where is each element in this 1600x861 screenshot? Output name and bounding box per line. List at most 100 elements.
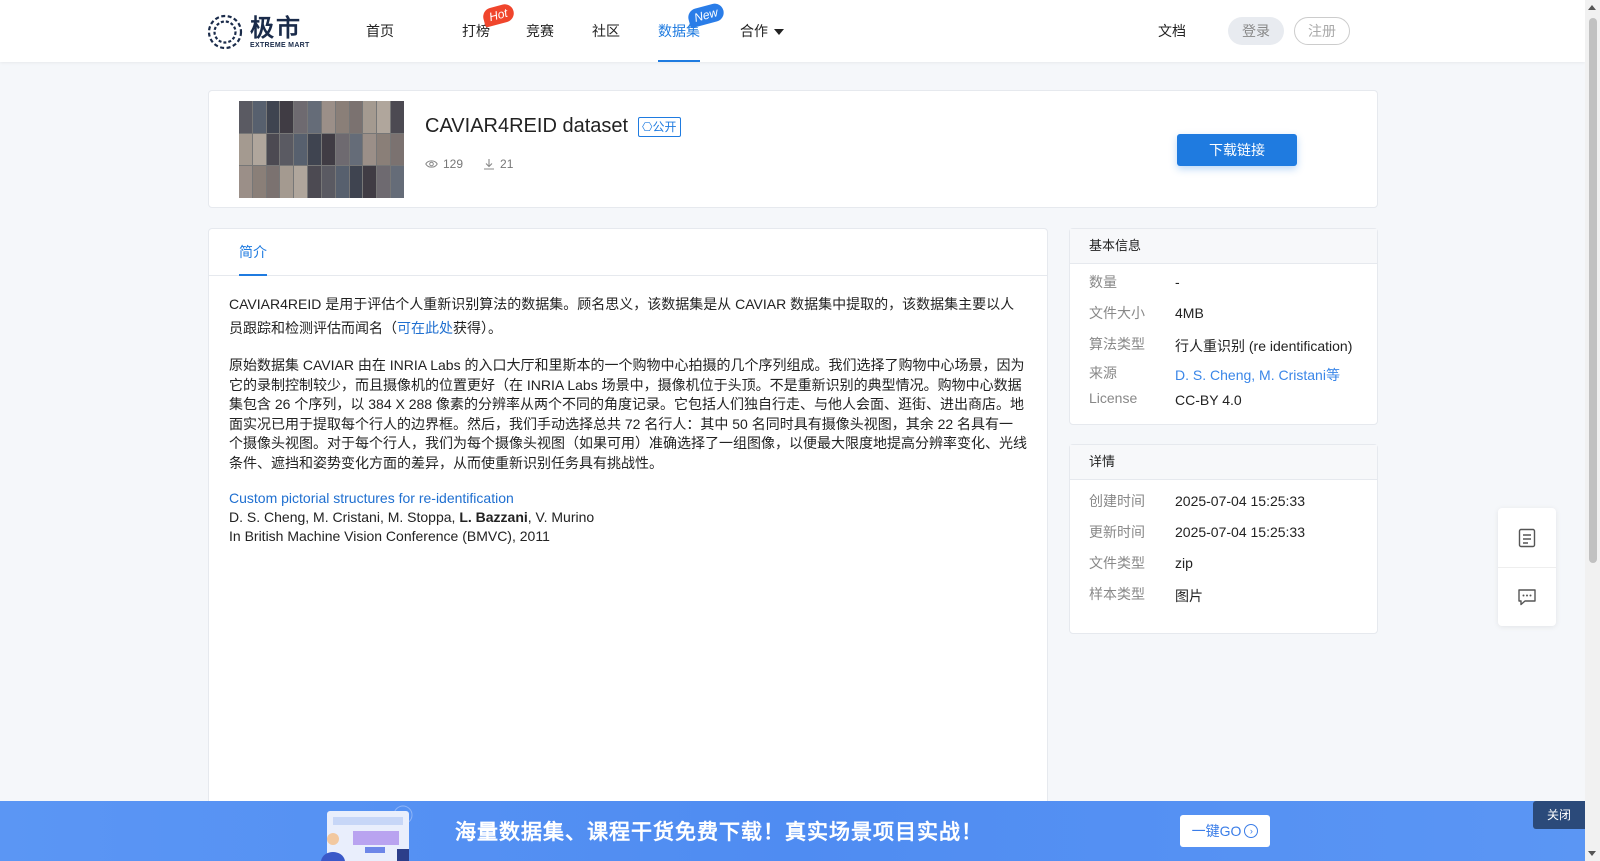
- thumbnail-tile: [266, 101, 280, 133]
- close-banner-button[interactable]: 关闭: [1533, 801, 1585, 829]
- promo-banner[interactable]: 海量数据集、课程干货免费下载！真实场景项目实战！ 一键GO ›: [0, 801, 1585, 861]
- details-card: 详情 创建时间 2025-07-04 15:25:33 更新时间 2025-07-0…: [1069, 444, 1378, 634]
- basic-info-card: 基本信息 数量 - 文件大小 4MB 算法类型 行人重识别 (re identific…: [1069, 228, 1378, 425]
- page-scrollbar[interactable]: [1585, 0, 1600, 861]
- source-authors-link[interactable]: D. S. Cheng, M. Cristani等: [1175, 365, 1340, 385]
- source-link[interactable]: 可在此处: [397, 320, 453, 336]
- logo-text: 极市: [250, 14, 302, 42]
- thumbnail-tile: [266, 133, 280, 166]
- thumbnail-tile: [321, 166, 335, 198]
- thumbnail-tile: [280, 101, 294, 133]
- thumbnail-tile: [308, 133, 321, 166]
- thumbnail-tile: [391, 166, 404, 198]
- nav-home[interactable]: 首页: [366, 0, 394, 62]
- thumbnail-tile: [363, 166, 377, 198]
- login-button[interactable]: 登录: [1228, 17, 1284, 45]
- register-button[interactable]: 注册: [1294, 17, 1350, 45]
- detail-row-sampletype: 样本类型 图片: [1089, 586, 1203, 604]
- basic-info-heading: 基本信息: [1070, 229, 1377, 264]
- docs-link[interactable]: 文档: [1158, 21, 1186, 41]
- reference: Custom pictorial structures for re-ident…: [229, 489, 1027, 546]
- thumbnail-tile: [266, 166, 280, 198]
- intro-paragraph-1: CAVIAR4REID 是用于评估个人重新识别算法的数据集。顾名思义，该数据集是…: [229, 296, 1015, 336]
- thumbnail-tile: [239, 101, 252, 133]
- logo-subtext: EXTREME MART: [250, 41, 310, 49]
- info-row-algorithm: 算法类型 行人重识别 (re identification): [1089, 336, 1353, 354]
- intro-card: 简介 CAVIAR4REID 是用于评估个人重新识别算法的数据集。顾名思义，该数…: [208, 228, 1048, 861]
- logo-mark-icon: [206, 13, 244, 51]
- feedback-button[interactable]: [1498, 567, 1556, 626]
- notes-button[interactable]: [1498, 508, 1556, 567]
- nav-cooperation[interactable]: 合作: [740, 0, 784, 62]
- promo-illustration-icon: [321, 805, 413, 861]
- thumbnail-tile: [294, 101, 308, 133]
- scroll-thumb[interactable]: [1589, 18, 1597, 563]
- dataset-thumbnail: [239, 101, 404, 198]
- thumbnail-tile: [391, 133, 404, 166]
- reference-title-link[interactable]: Custom pictorial structures for re-ident…: [229, 489, 1027, 508]
- thumbnail-tile: [377, 101, 391, 133]
- thumbnail-tile: [252, 101, 266, 133]
- intro-paragraph-2: 原始数据集 CAVIAR 由在 INRIA Labs 的入口大厅和里斯本的一个购…: [229, 357, 1027, 471]
- thumbnail-tile: [321, 101, 335, 133]
- document-icon: [1518, 528, 1536, 547]
- reference-authors: D. S. Cheng, M. Cristani, M. Stoppa, L. …: [229, 509, 595, 525]
- dataset-header-card: CAVIAR4REID dataset ⎔公开 129 21 下载链接: [208, 90, 1378, 208]
- tab-bar: 简介: [209, 229, 1047, 276]
- detail-row-created: 创建时间 2025-07-04 15:25:33: [1089, 493, 1305, 509]
- thumbnail-tile: [280, 133, 294, 166]
- promo-text: 海量数据集、课程干货免费下载！真实场景项目实战！: [455, 821, 983, 844]
- download-link-button[interactable]: 下载链接: [1177, 134, 1297, 166]
- thumbnail-tile: [377, 166, 391, 198]
- new-badge: New: [686, 1, 726, 29]
- thumbnail-tile: [377, 133, 391, 166]
- info-row-license: License CC-BY 4.0: [1089, 390, 1242, 408]
- thumbnail-tile: [349, 101, 363, 133]
- detail-row-updated: 更新时间 2025-07-04 15:25:33: [1089, 524, 1305, 540]
- dataset-title: CAVIAR4REID dataset: [425, 115, 629, 137]
- hot-badge: Hot: [481, 2, 516, 28]
- nav-community[interactable]: 社区: [592, 0, 620, 62]
- visibility-badge: ⎔公开: [638, 116, 681, 137]
- go-button[interactable]: 一键GO ›: [1180, 815, 1270, 847]
- site-logo[interactable]: 极市 EXTREME MART: [206, 12, 316, 52]
- info-row-count: 数量 -: [1089, 274, 1180, 290]
- scroll-up-icon[interactable]: [1588, 5, 1596, 10]
- nav-datasets[interactable]: 数据集 New: [658, 0, 726, 62]
- thumbnail-tile: [239, 166, 252, 198]
- download-icon: [484, 159, 495, 170]
- thumbnail-tile: [349, 166, 363, 198]
- chevron-down-icon: [774, 29, 784, 36]
- details-heading: 详情: [1070, 445, 1377, 480]
- arrow-right-icon: ›: [1244, 824, 1259, 838]
- thumbnail-tile: [280, 166, 294, 198]
- nav-leaderboard[interactable]: 打榜 Hot: [462, 0, 516, 62]
- thumbnail-tile: [391, 101, 404, 133]
- intro-content: CAVIAR4REID 是用于评估个人重新识别算法的数据集。顾名思义，该数据集是…: [209, 276, 1047, 546]
- thumbnail-tile: [308, 101, 321, 133]
- thumbnail-tile: [335, 101, 349, 133]
- info-row-size: 文件大小 4MB: [1089, 305, 1204, 321]
- detail-row-filetype: 文件类型 zip: [1089, 555, 1193, 571]
- thumbnail-tile: [335, 166, 349, 198]
- thumbnail-tile: [363, 101, 377, 133]
- eye-icon: [425, 160, 438, 168]
- main-nav: 首页 打榜 Hot 竞赛 社区 数据集 New 合作: [366, 0, 824, 62]
- reference-venue: In British Machine Vision Conference (BM…: [229, 528, 550, 544]
- thumbnail-tile: [349, 133, 363, 166]
- nav-competition[interactable]: 竞赛: [526, 0, 554, 62]
- tab-intro[interactable]: 简介: [239, 229, 267, 276]
- info-row-source: 来源 D. S. Cheng, M. Cristani等: [1089, 365, 1340, 385]
- downloads-stat: 21: [483, 157, 513, 171]
- thumbnail-tile: [321, 133, 335, 166]
- thumbnail-tile: [294, 166, 308, 198]
- thumbnail-tile: [239, 133, 252, 166]
- floating-toolbar: [1498, 508, 1556, 626]
- thumbnail-tile: [294, 133, 308, 166]
- chat-icon: [1518, 589, 1536, 606]
- scroll-down-icon[interactable]: [1588, 851, 1596, 856]
- views-stat: 129: [425, 157, 463, 171]
- thumbnail-tile: [308, 166, 321, 198]
- thumbnail-tile: [363, 133, 377, 166]
- top-header: 极市 EXTREME MART 首页 打榜 Hot 竞赛 社区 数据集 New …: [0, 0, 1585, 62]
